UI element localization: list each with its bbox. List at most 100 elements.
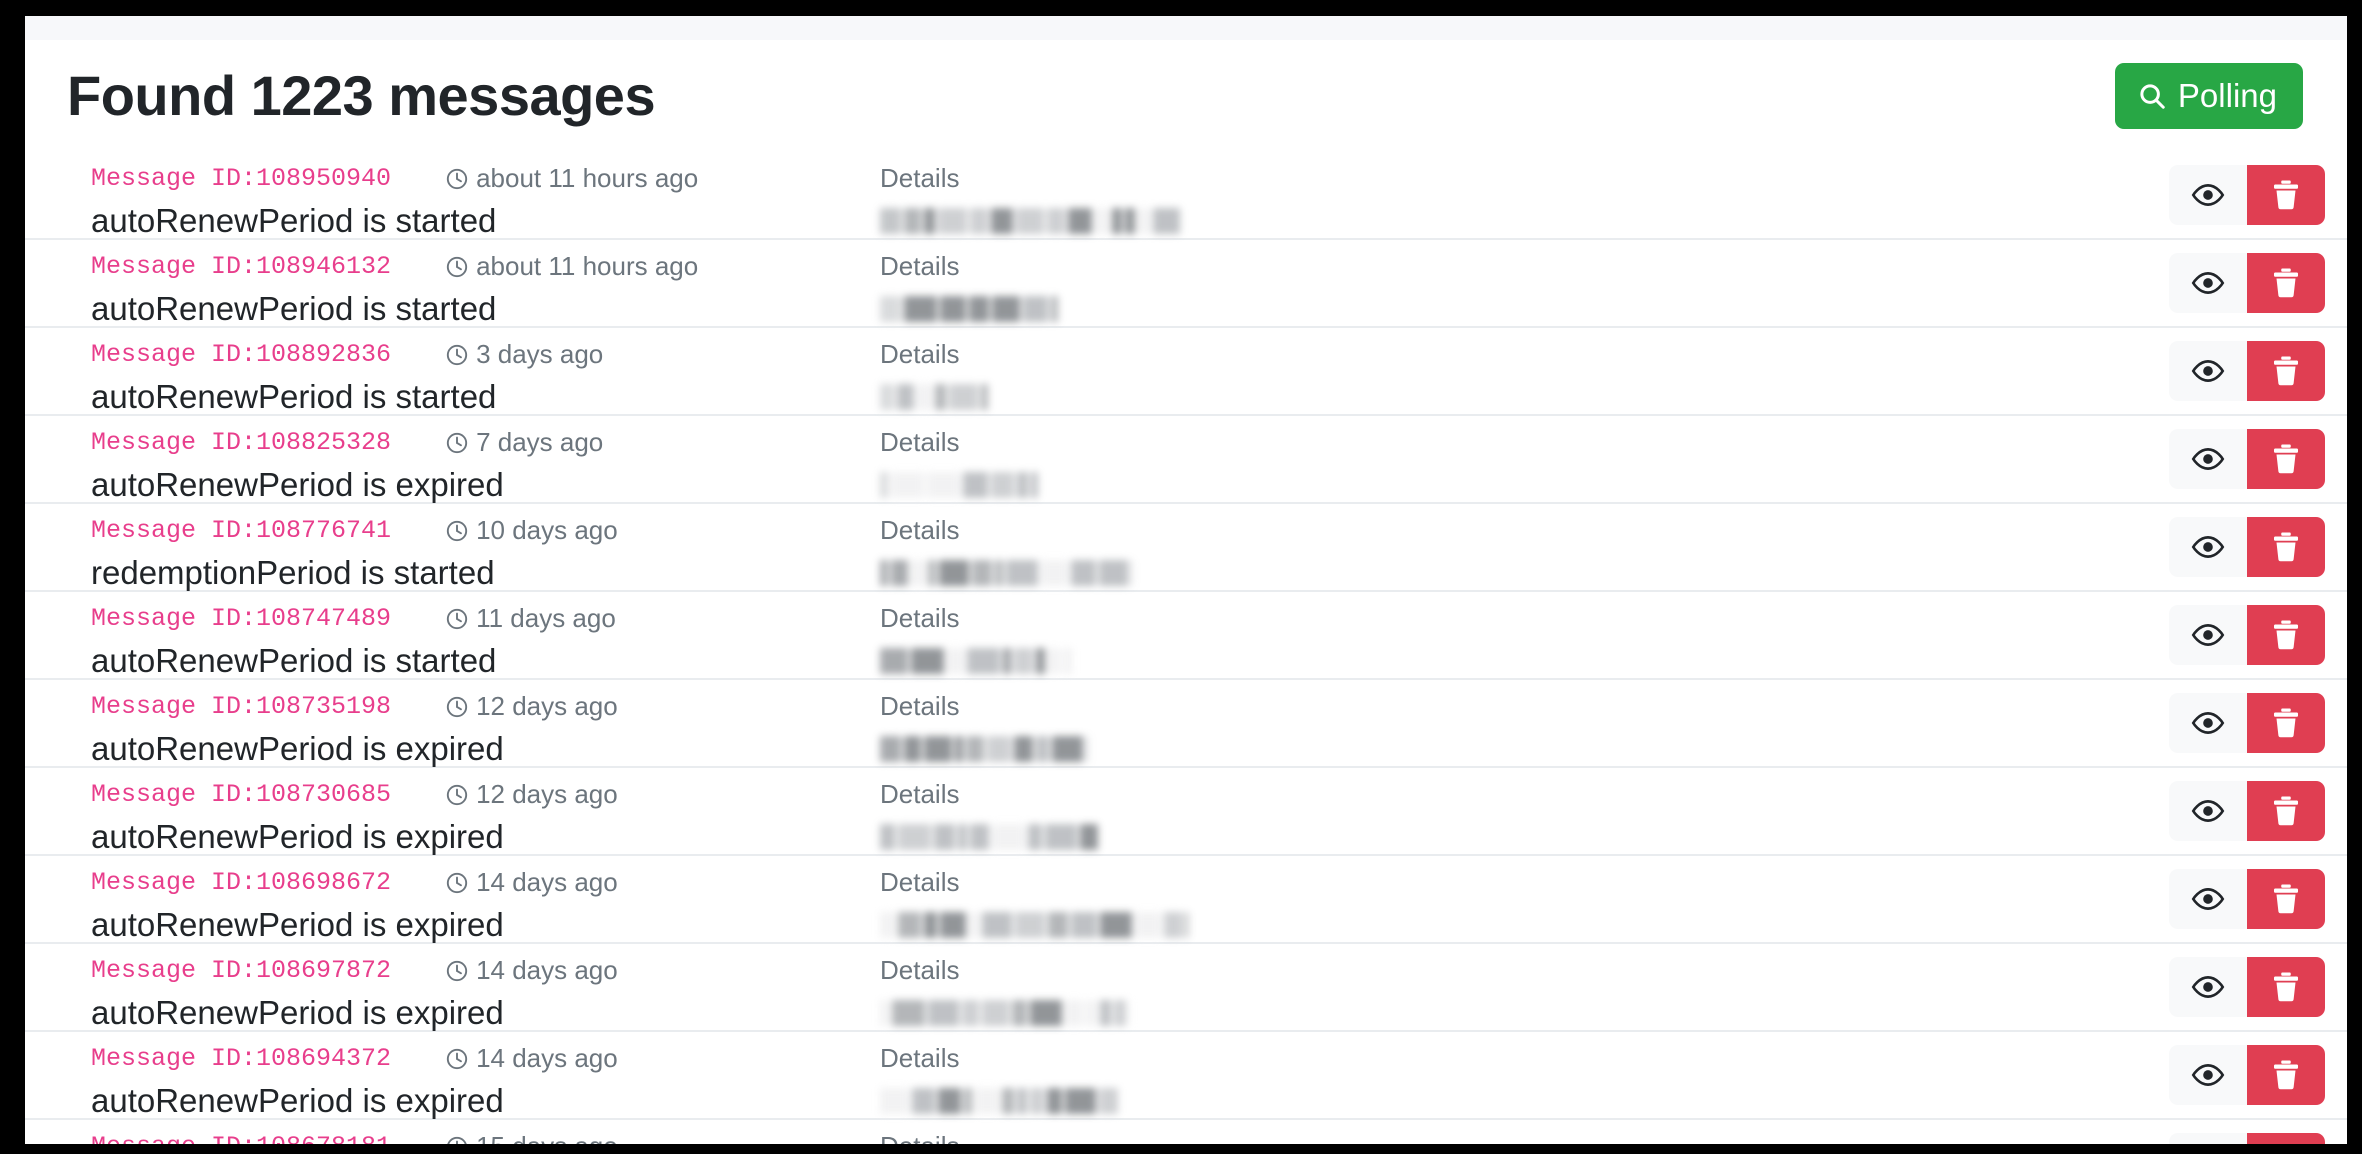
delete-message-button[interactable] <box>2247 341 2325 401</box>
message-row[interactable]: Message ID:108678181 15 days ago Details <box>25 1120 2347 1144</box>
message-row[interactable]: Message ID:108946132 about 11 hours ago au… <box>25 240 2347 328</box>
message-meta: Message ID:108950940 about 11 hours ago <box>91 161 851 195</box>
message-row[interactable]: Message ID:108735198 12 days ago autoRenew… <box>25 680 2347 768</box>
view-message-button[interactable] <box>2169 165 2247 225</box>
message-subject: autoRenewPeriod is expired <box>91 818 504 855</box>
message-row[interactable]: Message ID:108776741 10 days ago redemptio… <box>25 504 2347 592</box>
trash-icon <box>2271 618 2301 652</box>
message-id: Message ID:108697872 <box>91 955 392 985</box>
message-info: Message ID:108747489 11 days ago autoRenew… <box>91 601 851 681</box>
delete-message-button[interactable] <box>2247 1133 2325 1144</box>
message-id: Message ID:108735198 <box>91 691 392 721</box>
message-row[interactable]: Message ID:108950940 about 11 hours ago au… <box>25 152 2347 240</box>
delete-message-button[interactable] <box>2247 693 2325 753</box>
delete-message-button[interactable] <box>2247 957 2325 1017</box>
trash-icon <box>2271 794 2301 828</box>
message-row[interactable]: Message ID:108892836 3 days ago autoRenewP… <box>25 328 2347 416</box>
trash-icon <box>2271 970 2301 1004</box>
clock-icon <box>445 255 469 279</box>
message-subject: autoRenewPeriod is expired <box>91 906 504 943</box>
view-message-button[interactable] <box>2169 341 2247 401</box>
clock-icon <box>445 959 469 983</box>
message-timestamp-label: 15 days ago <box>476 1131 618 1145</box>
view-message-button[interactable] <box>2169 869 2247 929</box>
message-timestamp-label: 3 days ago <box>476 338 604 369</box>
message-timestamp: 12 days ago <box>445 779 618 810</box>
details-label: Details <box>880 955 960 985</box>
details-redacted-value <box>880 999 1780 1027</box>
message-subject: autoRenewPeriod is expired <box>91 730 504 767</box>
view-message-button[interactable] <box>2169 693 2247 753</box>
message-row[interactable]: Message ID:108747489 11 days ago autoRenew… <box>25 592 2347 680</box>
view-message-button[interactable] <box>2169 1133 2247 1144</box>
message-timestamp-label: 11 days ago <box>476 602 616 633</box>
message-subject: autoRenewPeriod is started <box>91 290 497 327</box>
message-actions <box>2169 517 2325 577</box>
view-message-button[interactable] <box>2169 517 2247 577</box>
delete-message-button[interactable] <box>2247 253 2325 313</box>
view-message-button[interactable] <box>2169 429 2247 489</box>
polling-button[interactable]: Polling <box>2114 63 2303 129</box>
message-info: Message ID:108892836 3 days ago autoRenewP… <box>91 337 851 417</box>
message-details: Details <box>880 1041 1780 1115</box>
message-subject: redemptionPeriod is started <box>91 554 495 591</box>
eye-icon <box>2191 530 2225 564</box>
message-id: Message ID:108776741 <box>91 515 392 545</box>
view-message-button[interactable] <box>2169 957 2247 1017</box>
page-header: Found 1223 messages Polling <box>25 40 2347 152</box>
delete-message-button[interactable] <box>2247 165 2325 225</box>
message-actions <box>2169 957 2325 1017</box>
message-meta: Message ID:108698672 14 days ago <box>91 865 851 899</box>
message-subject: autoRenewPeriod is started <box>91 378 497 415</box>
page-title: Found 1223 messages <box>67 64 656 128</box>
message-details: Details <box>880 953 1780 1027</box>
details-label: Details <box>880 867 960 897</box>
message-timestamp-label: 10 days ago <box>476 514 618 545</box>
details-redacted-value <box>880 735 1780 763</box>
trash-icon <box>2271 442 2301 476</box>
eye-icon <box>2191 794 2225 828</box>
polling-button-label: Polling <box>2177 77 2277 114</box>
message-actions <box>2169 605 2325 665</box>
details-label: Details <box>880 1043 960 1073</box>
message-row[interactable]: Message ID:108825328 7 days ago autoRenewP… <box>25 416 2347 504</box>
view-message-button[interactable] <box>2169 605 2247 665</box>
message-row[interactable]: Message ID:108730685 12 days ago autoRenew… <box>25 768 2347 856</box>
message-timestamp: 12 days ago <box>445 691 618 722</box>
eye-icon <box>2191 618 2225 652</box>
clock-icon <box>445 695 469 719</box>
clock-icon <box>445 343 469 367</box>
message-subject: autoRenewPeriod is started <box>91 642 497 679</box>
details-label: Details <box>880 251 960 281</box>
message-row[interactable]: Message ID:108694372 14 days ago autoRenew… <box>25 1032 2347 1120</box>
delete-message-button[interactable] <box>2247 781 2325 841</box>
message-details: Details <box>880 161 1780 235</box>
view-message-button[interactable] <box>2169 781 2247 841</box>
message-timestamp: 14 days ago <box>445 1043 618 1074</box>
message-meta: Message ID:108747489 11 days ago <box>91 601 851 635</box>
details-label: Details <box>880 603 960 633</box>
message-timestamp: 7 days ago <box>445 427 603 458</box>
message-id: Message ID:108747489 <box>91 603 392 633</box>
details-label: Details <box>880 163 960 193</box>
message-info: Message ID:108694372 14 days ago autoRenew… <box>91 1041 851 1121</box>
details-redacted-value <box>880 471 1780 499</box>
details-redacted-value <box>880 295 1780 323</box>
message-meta: Message ID:108825328 7 days ago <box>91 425 851 459</box>
delete-message-button[interactable] <box>2247 605 2325 665</box>
trash-icon <box>2271 882 2301 916</box>
message-row[interactable]: Message ID:108698672 14 days ago autoRenew… <box>25 856 2347 944</box>
delete-message-button[interactable] <box>2247 869 2325 929</box>
message-meta: Message ID:108678181 15 days ago <box>91 1129 851 1144</box>
message-actions <box>2169 1045 2325 1105</box>
message-list: Message ID:108950940 about 11 hours ago au… <box>25 152 2347 1144</box>
view-message-button[interactable] <box>2169 253 2247 313</box>
delete-message-button[interactable] <box>2247 1045 2325 1105</box>
message-details: Details <box>880 513 1780 587</box>
delete-message-button[interactable] <box>2247 517 2325 577</box>
message-row[interactable]: Message ID:108697872 14 days ago autoRenew… <box>25 944 2347 1032</box>
view-message-button[interactable] <box>2169 1045 2247 1105</box>
message-timestamp: about 11 hours ago <box>445 251 698 282</box>
message-details: Details <box>880 689 1780 763</box>
delete-message-button[interactable] <box>2247 429 2325 489</box>
